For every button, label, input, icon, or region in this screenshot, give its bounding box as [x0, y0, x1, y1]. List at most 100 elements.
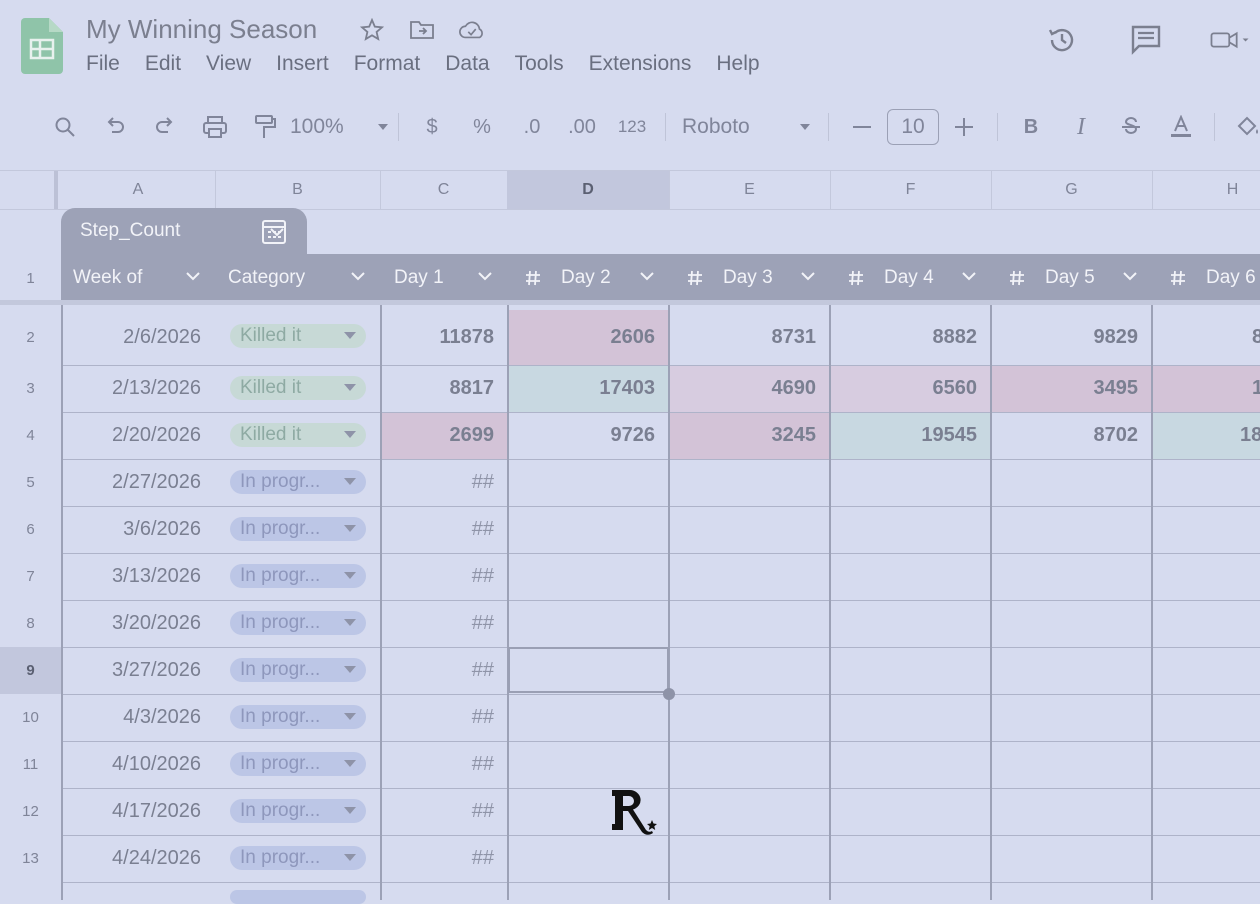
cell-day-2[interactable]: 2606	[508, 310, 669, 365]
category-chip[interactable]: In progr...	[230, 799, 366, 823]
menu-tools[interactable]: Tools	[515, 52, 564, 76]
cell-day-3[interactable]: 4690	[669, 365, 830, 412]
table-name-tab[interactable]: Step_Count	[61, 208, 307, 254]
category-chip[interactable]: In progr...	[230, 517, 366, 541]
menu-file[interactable]: File	[86, 52, 120, 76]
cell-week-of[interactable]: 4/17/2026	[61, 788, 215, 835]
row-number-1[interactable]: 1	[0, 254, 61, 302]
row-number-8[interactable]: 8	[0, 600, 61, 647]
column-header-e[interactable]: E	[669, 171, 831, 209]
cell-day-1[interactable]: ##	[381, 553, 508, 600]
chevron-down-icon[interactable]	[477, 270, 493, 282]
table-summary-icon[interactable]	[260, 218, 288, 246]
row-number-12[interactable]: 12	[0, 788, 61, 835]
header-day-4[interactable]: Day 4	[830, 254, 991, 302]
cell-week-of[interactable]: 3/6/2026	[61, 506, 215, 553]
bold-button[interactable]: B	[1006, 107, 1056, 147]
cell-week-of[interactable]: 2/27/2026	[61, 459, 215, 506]
cell-week-of[interactable]: 4/10/2026	[61, 741, 215, 788]
category-chip[interactable]	[230, 890, 366, 904]
fill-color-icon[interactable]	[1223, 107, 1260, 147]
column-header-c[interactable]: C	[380, 171, 508, 209]
row-number-11[interactable]: 11	[0, 741, 61, 788]
increase-decimal-button[interactable]: .00	[557, 107, 607, 147]
menu-extensions[interactable]: Extensions	[589, 52, 692, 76]
chevron-down-icon[interactable]	[800, 270, 816, 282]
cell-day-4[interactable]: 6560	[830, 365, 991, 412]
row-number-6[interactable]: 6	[0, 506, 61, 553]
cell-day-1[interactable]: ##	[381, 600, 508, 647]
row-number-10[interactable]: 10	[0, 694, 61, 741]
paint-format-icon[interactable]	[240, 107, 290, 147]
menu-view[interactable]: View	[206, 52, 251, 76]
cell-week-of[interactable]: 4/24/2026	[61, 835, 215, 882]
currency-button[interactable]: $	[407, 107, 457, 147]
document-title[interactable]: My Winning Season	[86, 14, 317, 45]
italic-button[interactable]: I	[1056, 107, 1106, 147]
undo-icon[interactable]	[90, 107, 140, 147]
category-chip[interactable]: In progr...	[230, 470, 366, 494]
row-number-7[interactable]: 7	[0, 553, 61, 600]
cell-day-1[interactable]: ##	[381, 647, 508, 694]
category-chip[interactable]: Killed it	[230, 324, 366, 348]
font-select[interactable]: Roboto	[674, 115, 820, 139]
chevron-down-icon[interactable]	[185, 270, 201, 282]
font-size-input[interactable]: 10	[887, 109, 939, 145]
select-all-corner[interactable]	[0, 171, 58, 209]
move-to-folder-icon[interactable]	[408, 16, 436, 44]
text-color-icon[interactable]	[1156, 107, 1206, 147]
cell-day-6[interactable]: 8	[1152, 310, 1260, 365]
cell-day-2[interactable]: 9726	[508, 412, 669, 459]
row-number-5[interactable]: 5	[0, 459, 61, 506]
decrease-font-size-icon[interactable]	[837, 107, 887, 147]
percent-button[interactable]: %	[457, 107, 507, 147]
category-chip[interactable]: In progr...	[230, 752, 366, 776]
chevron-down-icon[interactable]	[350, 270, 366, 282]
cell-week-of[interactable]: 2/20/2026	[61, 412, 215, 459]
row-number-13[interactable]: 13	[0, 835, 61, 882]
column-header-b[interactable]: B	[215, 171, 381, 209]
header-category[interactable]: Category	[215, 254, 380, 302]
category-chip[interactable]: In progr...	[230, 611, 366, 635]
selected-cell-d9[interactable]	[508, 647, 669, 693]
cell-day-1[interactable]: ##	[381, 788, 508, 835]
cell-day-1[interactable]: 8817	[381, 365, 508, 412]
row-number-3[interactable]: 3	[0, 365, 61, 412]
zoom-select[interactable]: 100%	[290, 115, 390, 139]
row-number-4[interactable]: 4	[0, 412, 61, 459]
increase-font-size-icon[interactable]	[939, 107, 989, 147]
sheets-logo-icon[interactable]	[21, 18, 63, 74]
search-icon[interactable]	[40, 107, 90, 147]
version-history-icon[interactable]	[1042, 20, 1082, 60]
row-number-2[interactable]: 2	[0, 310, 61, 365]
category-chip[interactable]: Killed it	[230, 423, 366, 447]
cell-day-1[interactable]: ##	[381, 835, 508, 882]
header-week-of[interactable]: Week of	[61, 254, 215, 302]
more-formats-button[interactable]: 123	[607, 107, 657, 147]
cell-week-of[interactable]: 2/13/2026	[61, 365, 215, 412]
menu-format[interactable]: Format	[354, 52, 421, 76]
cell-day-5[interactable]: 3495	[991, 365, 1152, 412]
category-chip[interactable]: In progr...	[230, 846, 366, 870]
redo-icon[interactable]	[140, 107, 190, 147]
menu-data[interactable]: Data	[445, 52, 489, 76]
cell-day-5[interactable]: 9829	[991, 310, 1152, 365]
cell-week-of[interactable]: 3/27/2026	[61, 647, 215, 694]
cloud-saved-icon[interactable]	[458, 16, 486, 44]
menu-help[interactable]: Help	[716, 52, 759, 76]
cell-day-1[interactable]: ##	[381, 694, 508, 741]
cell-day-3[interactable]: 3245	[669, 412, 830, 459]
comments-icon[interactable]	[1126, 20, 1166, 60]
cell-day-1[interactable]: ##	[381, 506, 508, 553]
row-number-9[interactable]: 9	[0, 647, 61, 694]
cell-day-1[interactable]: ##	[381, 459, 508, 506]
cell-day-4[interactable]: 8882	[830, 310, 991, 365]
cell-day-1[interactable]: ##	[381, 741, 508, 788]
decrease-decimal-button[interactable]: .0	[507, 107, 557, 147]
menu-insert[interactable]: Insert	[276, 52, 329, 76]
fill-handle[interactable]	[663, 688, 675, 700]
cell-week-of[interactable]: 3/20/2026	[61, 600, 215, 647]
cell-day-5[interactable]: 8702	[991, 412, 1152, 459]
cell-day-3[interactable]: 8731	[669, 310, 830, 365]
cell-week-of[interactable]: 4/3/2026	[61, 694, 215, 741]
